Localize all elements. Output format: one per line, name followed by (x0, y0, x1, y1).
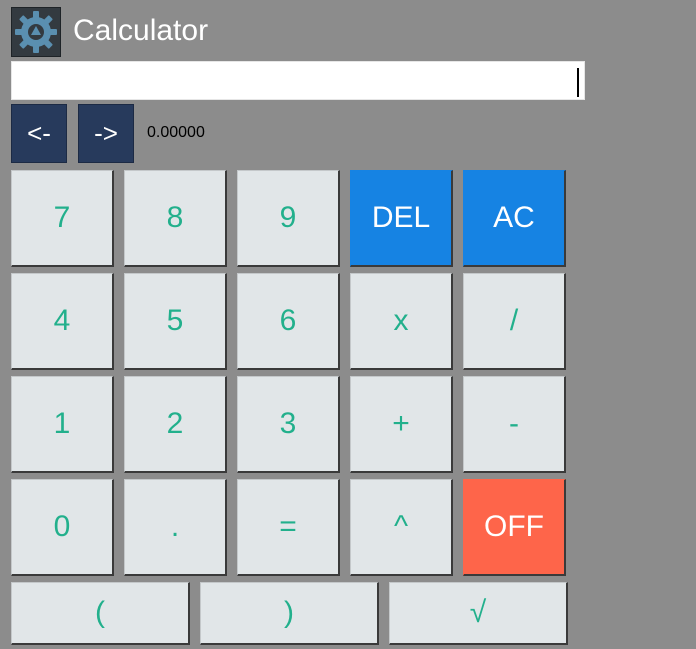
power-button[interactable]: ^ (350, 479, 453, 576)
subtract-button[interactable]: - (463, 376, 566, 473)
display-input[interactable] (11, 61, 585, 100)
key-7[interactable]: 7 (11, 170, 114, 267)
gear-icon (11, 7, 61, 57)
history-back-button[interactable]: <- (11, 104, 67, 163)
key-0[interactable]: 0 (11, 479, 114, 576)
delete-button[interactable]: DEL (350, 170, 453, 267)
square-root-button[interactable]: √ (389, 582, 568, 645)
close-paren-button[interactable]: ) (200, 582, 379, 645)
key-2[interactable]: 2 (124, 376, 227, 473)
divide-button[interactable]: / (463, 273, 566, 370)
history-forward-button[interactable]: -> (78, 104, 134, 163)
add-button[interactable]: + (350, 376, 453, 473)
history-value: 0.00000 (147, 124, 205, 141)
off-button[interactable]: OFF (463, 479, 566, 576)
text-caret (577, 68, 579, 97)
key-8[interactable]: 8 (124, 170, 227, 267)
equals-button[interactable]: = (237, 479, 340, 576)
key-6[interactable]: 6 (237, 273, 340, 370)
key-5[interactable]: 5 (124, 273, 227, 370)
key-4[interactable]: 4 (11, 273, 114, 370)
all-clear-button[interactable]: AC (463, 170, 566, 267)
decimal-button[interactable]: . (124, 479, 227, 576)
title-bar: Calculator (0, 0, 696, 60)
app-title: Calculator (73, 14, 209, 47)
key-3[interactable]: 3 (237, 376, 340, 473)
key-9[interactable]: 9 (237, 170, 340, 267)
key-1[interactable]: 1 (11, 376, 114, 473)
open-paren-button[interactable]: ( (11, 582, 190, 645)
multiply-button[interactable]: x (350, 273, 453, 370)
